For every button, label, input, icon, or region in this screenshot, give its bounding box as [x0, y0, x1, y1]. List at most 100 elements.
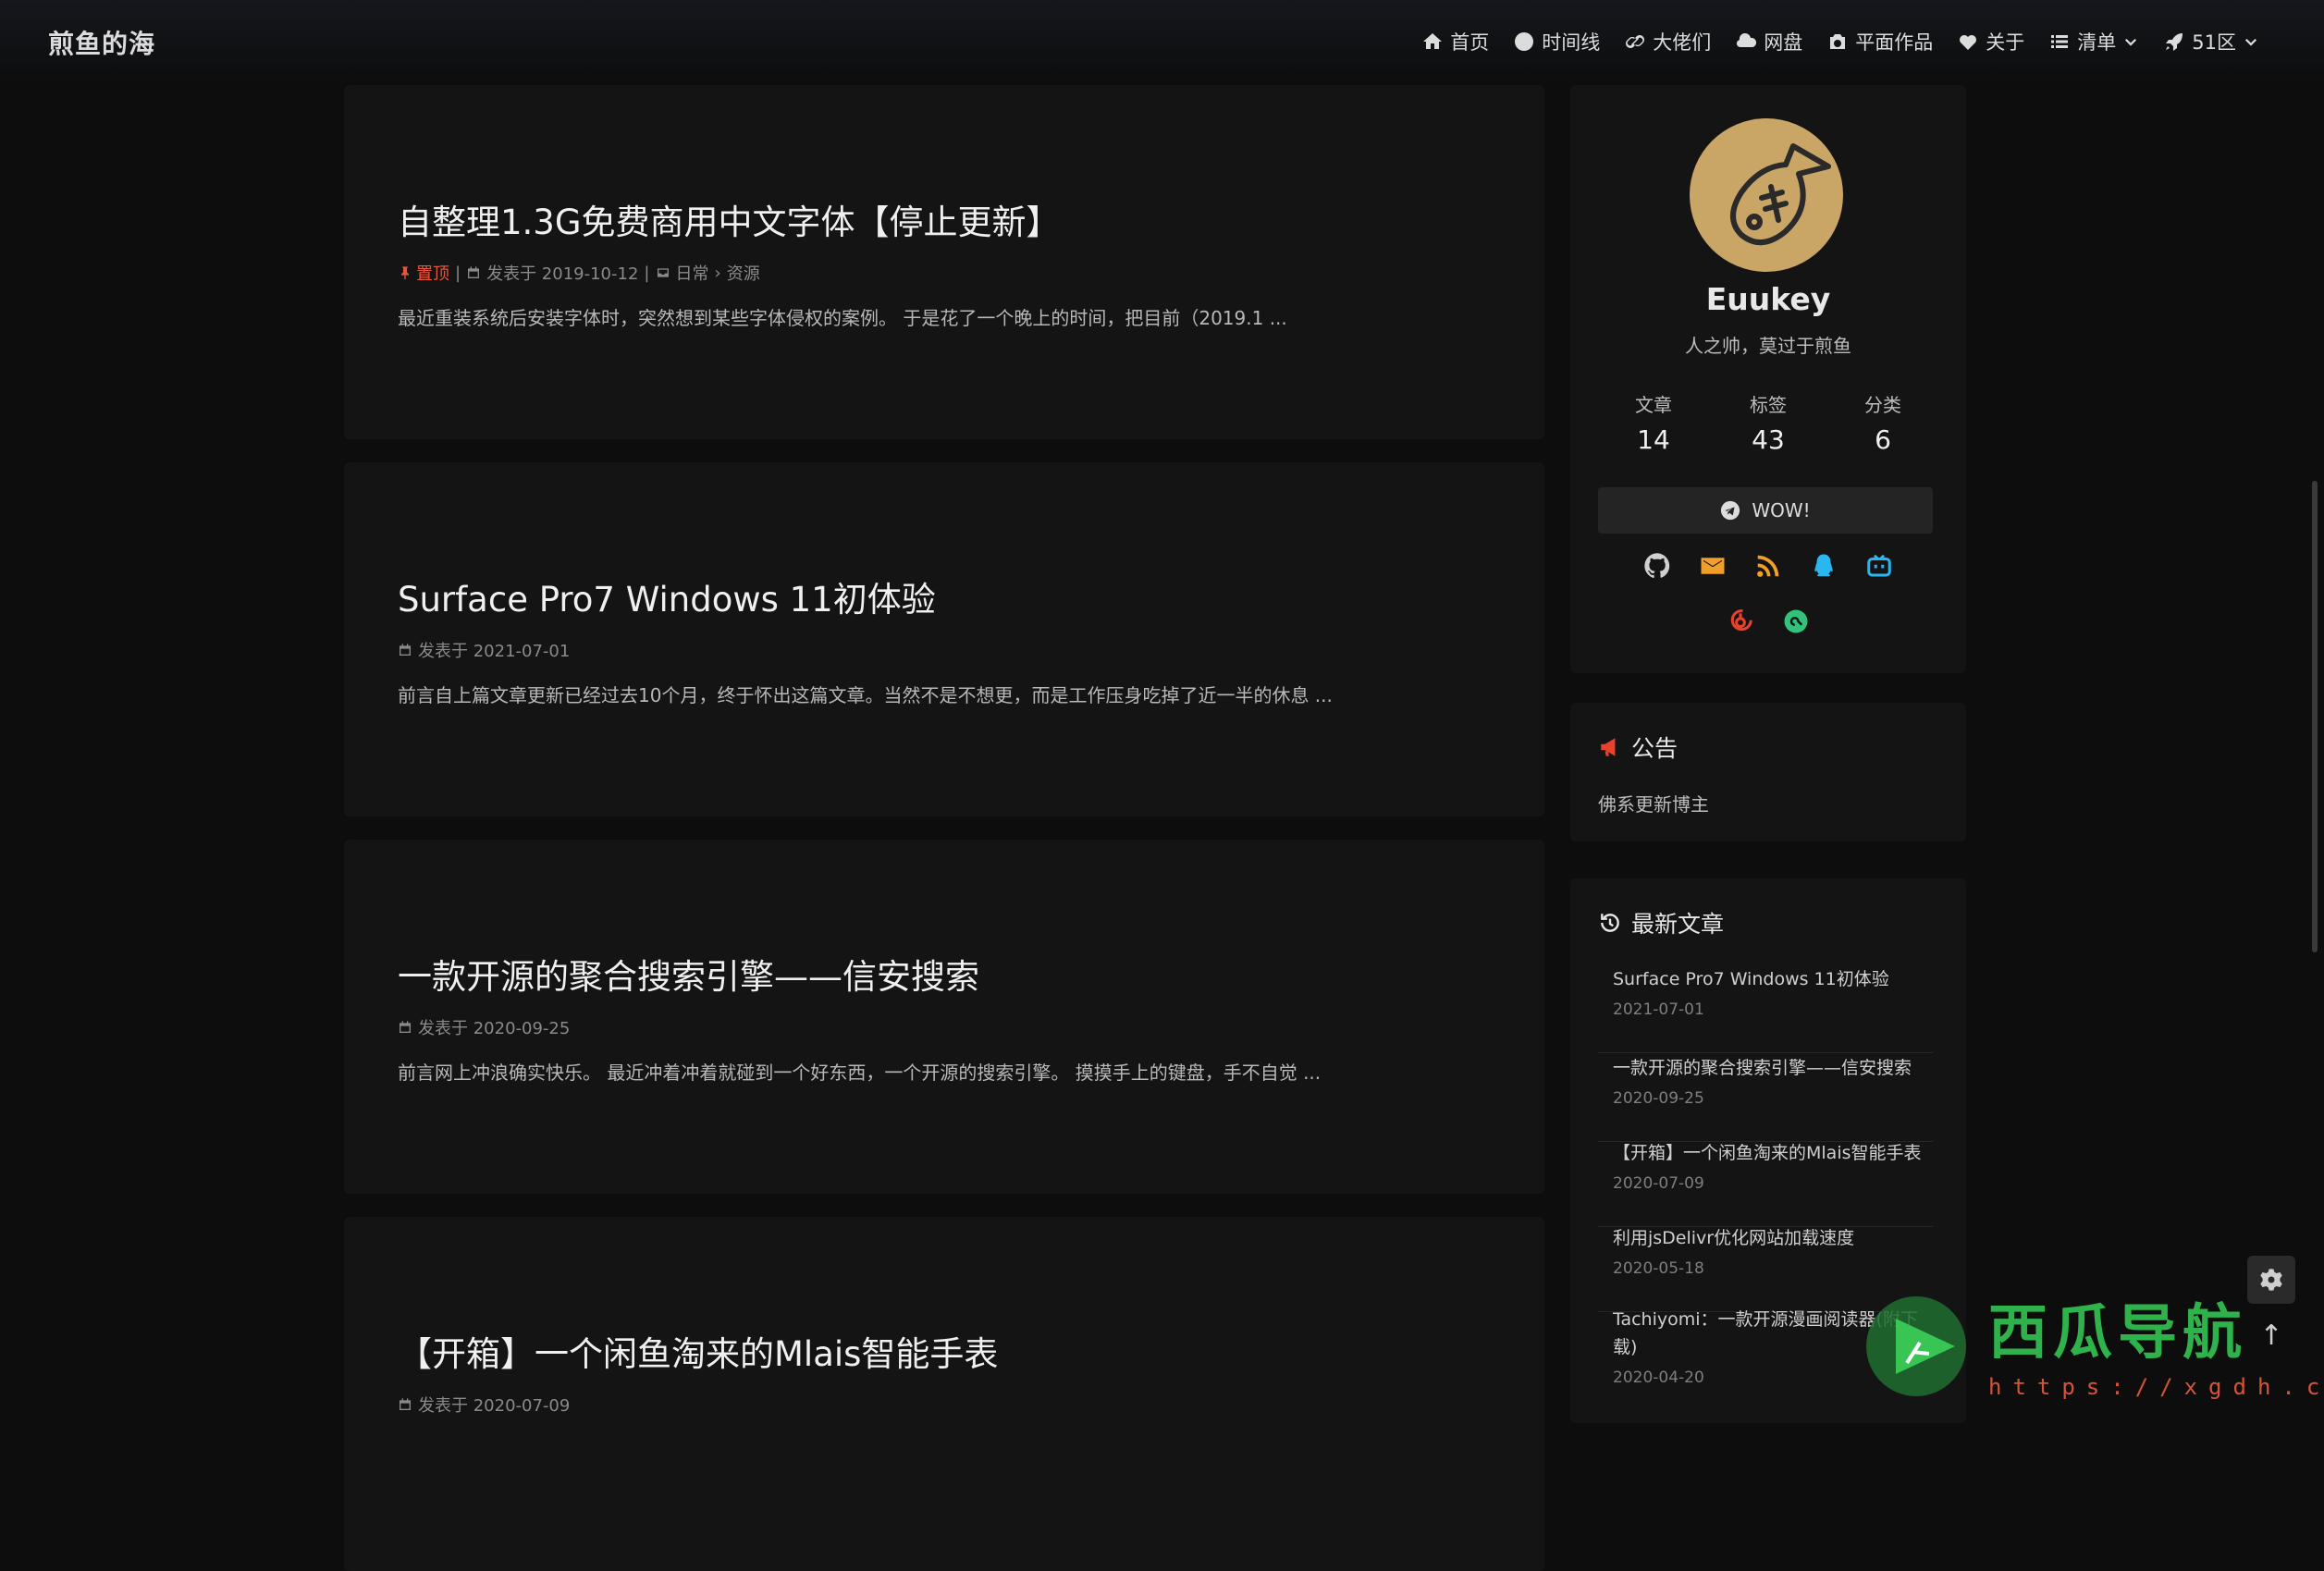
post-meta: 置顶 | 发表于 2019-10-12 | 日常 › 资源 — [398, 261, 760, 285]
telegram-icon — [1721, 500, 1740, 521]
nav-label: 关于 — [1986, 31, 2025, 54]
post-subcategory[interactable]: 资源 — [727, 261, 760, 285]
post-title[interactable]: Surface Pro7 Windows 11初体验 — [398, 571, 936, 621]
nav-label: 清单 — [2077, 31, 2117, 54]
post-title[interactable]: 自整理1.3G免费商用中文字体【停止更新】 — [398, 194, 1061, 244]
clock-icon — [1515, 32, 1534, 51]
nav-item-friends[interactable]: 大佬们 — [1624, 28, 1711, 55]
nav-label: 网盘 — [1764, 31, 1803, 54]
nav-item-home[interactable]: 首页 — [1421, 28, 1489, 55]
camera-icon — [1830, 34, 1846, 49]
recent-post-date: 2020-04-20 — [1613, 1368, 1704, 1387]
post-title[interactable]: 一款开源的聚合搜索引擎——信安搜索 — [398, 949, 979, 999]
calendar-icon — [400, 1398, 411, 1410]
nav-item-timeline[interactable]: 时间线 — [1513, 28, 1600, 55]
watermark: 西瓜导航 https://xgdh.cn — [1859, 1285, 2324, 1405]
qq-icon[interactable] — [1810, 552, 1838, 580]
heart-icon — [1960, 35, 1977, 50]
stat-value: 6 — [1875, 424, 1891, 455]
calendar-icon — [468, 266, 480, 278]
recent-post-date: 2020-09-25 — [1613, 1089, 1704, 1108]
recent-heading-text: 最新文章 — [1631, 911, 1725, 938]
wow-label: WOW! — [1752, 499, 1811, 522]
avatar[interactable] — [1690, 118, 1843, 272]
stat-label: 分类 — [1864, 394, 1901, 416]
recent-post-item[interactable]: 【开箱】一个闲鱼淘来的Mlais智能手表 2020-07-09 — [1598, 1139, 1933, 1227]
arrow-up-icon: ↑ — [2259, 1319, 2283, 1352]
meta-separator: | — [455, 263, 461, 283]
pinned-label: 置顶 — [416, 264, 449, 284]
notice-card: 公告 佛系更新博主 — [1570, 703, 1966, 841]
megaphone-icon — [1601, 738, 1616, 756]
notice-heading-text: 公告 — [1631, 735, 1678, 762]
post-date: 发表于 2021-07-01 — [418, 642, 571, 661]
watermark-logo-icon — [1866, 1296, 1966, 1396]
author-card: Euukey 人之帅，莫过于煎鱼 文章 14 标签 43 分类 6 WOW! — [1570, 85, 1966, 673]
recent-post-title: 【开箱】一个闲鱼淘来的Mlais智能手表 — [1613, 1143, 1922, 1163]
bilibili-icon[interactable] — [1865, 552, 1893, 580]
watermark-text: 西瓜导航 — [1988, 1299, 2247, 1368]
inbox-icon — [657, 268, 669, 277]
post-card: 一款开源的聚合搜索引擎——信安搜索 发表于 2020-09-25 前言网上冲浪确… — [344, 840, 1544, 1194]
social-links-row-1 — [1570, 552, 1966, 580]
post-date: 发表于 2019-10-12 — [486, 264, 639, 284]
thumbtack-icon — [401, 266, 409, 280]
post-category[interactable]: 日常 — [676, 261, 709, 285]
gear-icon — [2260, 1269, 2282, 1291]
post-card: 【开箱】一个闲鱼淘来的Mlais智能手表 发表于 2020-07-09 — [344, 1217, 1544, 1571]
post-date: 发表于 2020-07-09 — [418, 1396, 571, 1416]
back-to-top-button[interactable]: ↑ — [2247, 1311, 2295, 1359]
main-nav: 首页 时间线 大佬们 网盘 平面作品 关于 清单 51区 — [1421, 28, 2259, 55]
nav-label: 时间线 — [1542, 31, 1601, 54]
chevron-right-icon: › — [714, 263, 721, 283]
post-excerpt: 最近重装系统后安装字体时，突然想到某些字体侵权的案例。 于是花了一个晚上的时间，… — [398, 307, 1287, 329]
nav-label: 51区 — [2192, 31, 2236, 54]
nav-item-list[interactable]: 清单 — [2048, 28, 2139, 55]
stat-articles[interactable]: 文章 14 — [1598, 390, 1709, 455]
site-brand[interactable]: 煎鱼的海 — [48, 24, 155, 61]
recent-post-title: 一款开源的聚合搜索引擎——信安搜索 — [1613, 1058, 1912, 1078]
post-excerpt: 前言网上冲浪确实快乐。 最近冲着冲着就碰到一个好东西，一个开源的搜索引擎。 摸摸… — [398, 1062, 1322, 1084]
page-scrollbar[interactable] — [2312, 481, 2318, 952]
post-meta: 发表于 2020-09-25 — [398, 1015, 570, 1039]
list-icon — [2051, 35, 2069, 48]
post-meta: 发表于 2021-07-01 — [398, 638, 570, 662]
stat-value: 14 — [1637, 424, 1670, 455]
nav-item-area51[interactable]: 51区 — [2163, 28, 2259, 55]
post-meta: 发表于 2020-07-09 — [398, 1393, 570, 1417]
stat-categories[interactable]: 分类 6 — [1827, 390, 1938, 455]
notice-heading: 公告 — [1598, 730, 1678, 764]
social-links-row-2 — [1570, 608, 1966, 635]
chevron-down-icon — [2244, 38, 2257, 46]
email-icon[interactable] — [1699, 552, 1727, 580]
nav-label: 首页 — [1450, 31, 1490, 54]
recent-post-date: 2020-05-18 — [1613, 1259, 1704, 1278]
stat-label: 标签 — [1750, 394, 1787, 416]
author-description: 人之帅，莫过于煎鱼 — [1685, 335, 1851, 357]
calendar-icon — [400, 644, 411, 656]
stat-tags[interactable]: 标签 43 — [1713, 390, 1824, 455]
github-icon[interactable] — [1643, 552, 1671, 580]
wow-button[interactable]: WOW! — [1598, 487, 1933, 534]
nav-label: 大佬们 — [1653, 31, 1712, 54]
calendar-icon — [400, 1021, 411, 1033]
post-title[interactable]: 【开箱】一个闲鱼淘来的Mlais智能手表 — [398, 1326, 998, 1376]
nav-item-graphic-works[interactable]: 平面作品 — [1826, 28, 1933, 55]
qq-music-icon[interactable] — [1782, 608, 1810, 635]
recent-post-item[interactable]: 一款开源的聚合搜索引擎——信安搜索 2020-09-25 — [1598, 1054, 1933, 1142]
stat-value: 43 — [1752, 424, 1785, 455]
netease-music-icon[interactable] — [1727, 608, 1754, 635]
history-icon — [1601, 914, 1619, 932]
nav-item-netdisk[interactable]: 网盘 — [1735, 28, 1802, 55]
chevron-down-icon — [2125, 38, 2137, 46]
nav-label: 平面作品 — [1855, 31, 1934, 54]
settings-button[interactable] — [2247, 1256, 2295, 1304]
link-icon — [1626, 34, 1645, 48]
author-stats: 文章 14 标签 43 分类 6 — [1598, 390, 1938, 455]
recent-post-date: 2021-07-01 — [1613, 1000, 1704, 1019]
post-date: 发表于 2020-09-25 — [418, 1019, 571, 1038]
recent-heading: 最新文章 — [1598, 906, 1724, 939]
nav-item-about[interactable]: 关于 — [1957, 28, 2024, 55]
recent-post-item[interactable]: Surface Pro7 Windows 11初体验 2021-07-01 — [1598, 965, 1933, 1053]
rss-icon[interactable] — [1754, 552, 1782, 580]
